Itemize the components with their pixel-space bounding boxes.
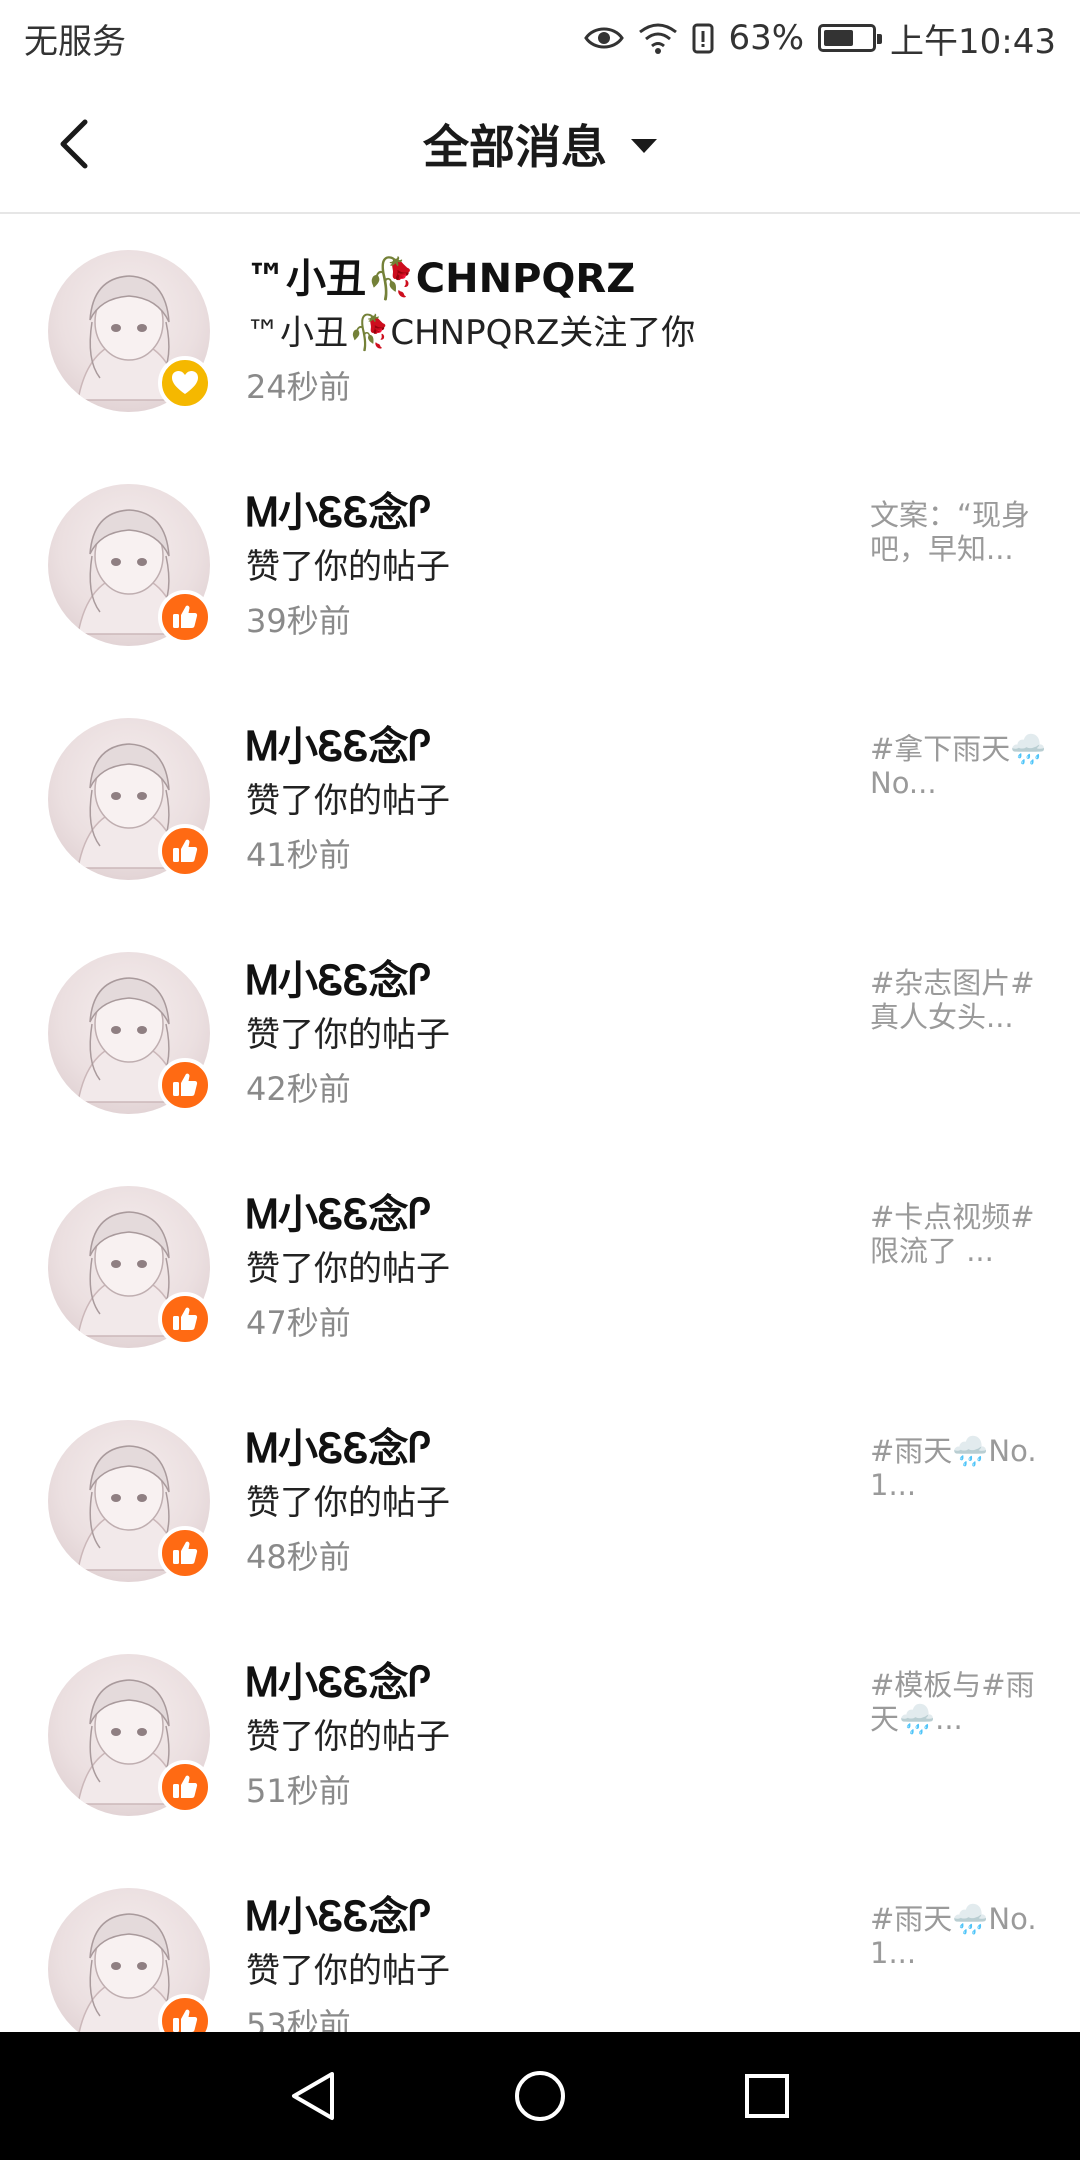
message-item[interactable]: Ꮇ小ᏋᏋ念Ꮅ 赞了你的帖子 42秒前 #杂志图片#真人女头... xyxy=(0,916,1080,1150)
post-preview[interactable]: #模板与#雨天🌧️... xyxy=(870,1668,1050,1736)
message-action: 赞了你的帖子 xyxy=(246,547,450,587)
user-name[interactable]: Ꮇ小ᏋᏋ念Ꮅ xyxy=(246,486,846,540)
battery-level-fill xyxy=(824,30,853,46)
message-filter-dropdown[interactable]: 全部消息 xyxy=(423,111,657,177)
nav-back-button[interactable] xyxy=(273,2056,353,2136)
carrier-label: 无服务 xyxy=(24,21,126,62)
message-time: 53秒前 xyxy=(246,2006,351,2032)
message-text: Ꮇ小ᏋᏋ念Ꮅ 赞了你的帖子 48秒前 xyxy=(246,1422,846,1584)
message-text: Ꮇ小ᏋᏋ念Ꮅ 赞了你的帖子 51秒前 xyxy=(246,1656,846,1818)
message-text: Ꮇ小ᏋᏋ念Ꮅ 赞了你的帖子 41秒前 xyxy=(246,720,846,882)
post-preview[interactable]: #卡点视频#限流了 ... xyxy=(870,1200,1050,1268)
page-title: 全部消息 xyxy=(423,120,607,174)
status-bar: 无服务 63% 上午10:43 xyxy=(0,0,1080,76)
like-badge xyxy=(158,1058,212,1112)
message-time: 51秒前 xyxy=(246,1772,351,1810)
thumbs-up-icon xyxy=(173,1073,198,1096)
avatar-container[interactable] xyxy=(48,1186,212,1348)
user-name[interactable]: ™小丑🥀CHNPQRZ xyxy=(246,252,846,306)
recents-square-icon xyxy=(744,2074,789,2118)
system-nav-bar xyxy=(0,2032,1080,2160)
user-name[interactable]: Ꮇ小ᏋᏋ念Ꮅ xyxy=(246,1890,846,1944)
message-item[interactable]: Ꮇ小ᏋᏋ念Ꮅ 赞了你的帖子 47秒前 #卡点视频#限流了 ... xyxy=(0,1150,1080,1384)
message-item[interactable]: Ꮇ小ᏋᏋ念Ꮅ 赞了你的帖子 53秒前 #雨天🌧️No.1... xyxy=(0,1852,1080,2032)
user-name[interactable]: Ꮇ小ᏋᏋ念Ꮅ xyxy=(246,1422,846,1476)
post-preview[interactable]: #雨天🌧️No.1... xyxy=(870,1434,1050,1502)
header: 全部消息 xyxy=(0,76,1080,214)
like-badge xyxy=(158,1292,212,1346)
message-item[interactable]: Ꮇ小ᏋᏋ念Ꮅ 赞了你的帖子 51秒前 #模板与#雨天🌧️... xyxy=(0,1618,1080,1852)
thumbs-up-icon xyxy=(173,1307,198,1330)
message-item[interactable]: Ꮇ小ᏋᏋ念Ꮅ 赞了你的帖子 39秒前 文案：“现身吧，早知... xyxy=(0,448,1080,682)
battery-alert-icon xyxy=(692,22,714,54)
like-badge xyxy=(158,590,212,644)
thumbs-up-icon xyxy=(173,2009,198,2032)
message-item[interactable]: Ꮇ小ᏋᏋ念Ꮅ 赞了你的帖子 41秒前 #拿下雨天🌧️No... xyxy=(0,682,1080,916)
home-circle-icon xyxy=(514,2071,565,2121)
message-time: 41秒前 xyxy=(246,836,351,874)
eye-icon xyxy=(584,24,625,52)
user-name[interactable]: Ꮇ小ᏋᏋ念Ꮅ xyxy=(246,954,846,1008)
user-name[interactable]: Ꮇ小ᏋᏋ念Ꮅ xyxy=(246,1656,846,1710)
message-text: ™小丑🥀CHNPQRZ ™小丑🥀CHNPQRZ关注了你 24秒前 xyxy=(246,252,846,414)
message-action: ™小丑🥀CHNPQRZ关注了你 xyxy=(246,313,696,353)
message-text: Ꮇ小ᏋᏋ念Ꮅ 赞了你的帖子 39秒前 xyxy=(246,486,846,648)
message-time: 47秒前 xyxy=(246,1304,351,1342)
message-action: 赞了你的帖子 xyxy=(246,1717,450,1757)
avatar-container[interactable] xyxy=(48,484,212,646)
heart-icon xyxy=(172,371,198,394)
back-arrow-icon xyxy=(60,119,88,169)
message-text: Ꮇ小ᏋᏋ念Ꮅ 赞了你的帖子 47秒前 xyxy=(246,1188,846,1350)
like-badge xyxy=(158,1760,212,1814)
avatar-container[interactable] xyxy=(48,1420,212,1582)
avatar-container[interactable] xyxy=(48,1654,212,1816)
battery-percent: 63% xyxy=(728,18,805,58)
message-time: 48秒前 xyxy=(246,1538,351,1576)
message-action: 赞了你的帖子 xyxy=(246,1249,450,1289)
avatar-container[interactable] xyxy=(48,718,212,880)
message-time: 42秒前 xyxy=(246,1070,351,1108)
like-badge xyxy=(158,824,212,878)
avatar-container[interactable] xyxy=(48,1888,212,2032)
clock: 上午10:43 xyxy=(890,21,1056,62)
follow-badge xyxy=(158,356,212,410)
caret-down-icon xyxy=(631,139,657,153)
thumbs-up-icon xyxy=(173,839,198,862)
message-action: 赞了你的帖子 xyxy=(246,1951,450,1991)
message-time: 39秒前 xyxy=(246,602,351,640)
message-item[interactable]: Ꮇ小ᏋᏋ念Ꮅ 赞了你的帖子 48秒前 #雨天🌧️No.1... xyxy=(0,1384,1080,1618)
nav-recents-button[interactable] xyxy=(727,2056,807,2136)
message-list[interactable]: ™小丑🥀CHNPQRZ ™小丑🥀CHNPQRZ关注了你 24秒前 Ꮇ小ᏋᏋ念Ꮅ … xyxy=(0,214,1080,2032)
nav-home-button[interactable] xyxy=(500,2056,580,2136)
post-preview[interactable]: #雨天🌧️No.1... xyxy=(870,1902,1050,1970)
post-preview[interactable]: #杂志图片#真人女头... xyxy=(870,966,1050,1034)
message-action: 赞了你的帖子 xyxy=(246,1483,450,1523)
thumbs-up-icon xyxy=(173,605,198,628)
like-badge xyxy=(158,1526,212,1580)
user-name[interactable]: Ꮇ小ᏋᏋ念Ꮅ xyxy=(246,1188,846,1242)
post-preview[interactable]: #拿下雨天🌧️No... xyxy=(870,732,1050,800)
battery-icon xyxy=(818,24,883,52)
message-action: 赞了你的帖子 xyxy=(246,781,450,821)
user-name[interactable]: Ꮇ小ᏋᏋ念Ꮅ xyxy=(246,720,846,774)
message-text: Ꮇ小ᏋᏋ念Ꮅ 赞了你的帖子 53秒前 xyxy=(246,1890,846,2032)
status-icons: 63% 上午10:43 xyxy=(584,14,1056,63)
message-action: 赞了你的帖子 xyxy=(246,1015,450,1055)
wifi-icon xyxy=(638,22,678,54)
back-triangle-icon xyxy=(292,2072,335,2120)
thumbs-up-icon xyxy=(173,1541,198,1564)
message-item[interactable]: ™小丑🥀CHNPQRZ ™小丑🥀CHNPQRZ关注了你 24秒前 xyxy=(0,214,1080,448)
thumbs-up-icon xyxy=(173,1775,198,1798)
post-preview[interactable]: 文案：“现身吧，早知... xyxy=(870,498,1050,566)
message-text: Ꮇ小ᏋᏋ念Ꮅ 赞了你的帖子 42秒前 xyxy=(246,954,846,1116)
back-button[interactable] xyxy=(44,114,104,174)
message-time: 24秒前 xyxy=(246,368,351,406)
avatar-container[interactable] xyxy=(48,952,212,1114)
avatar-container[interactable] xyxy=(48,250,212,412)
